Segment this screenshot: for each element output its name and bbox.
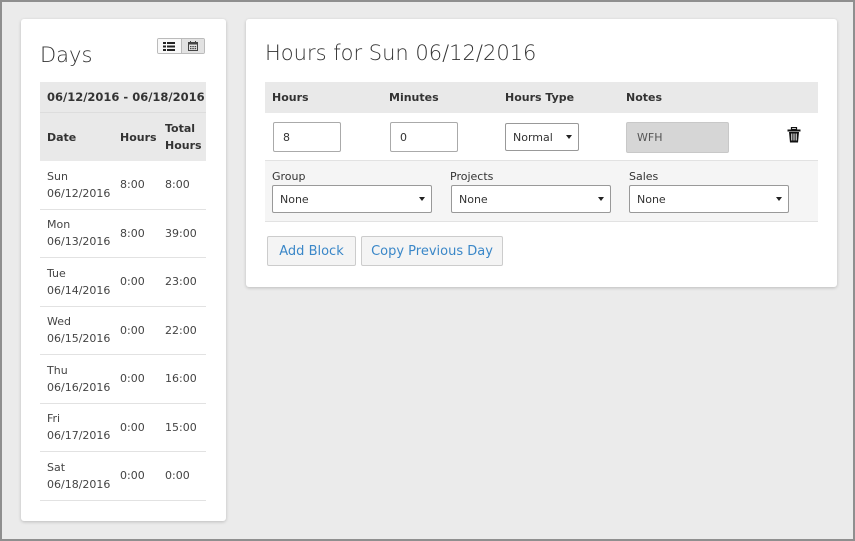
view-toggle — [157, 38, 205, 54]
days-table-header: Date Hours Total Hours — [40, 112, 206, 161]
calendar-icon — [187, 41, 198, 51]
hours-title: Hours for Sun 06/12/2016 — [265, 41, 537, 65]
day-row-tue[interactable]: Tue 06/14/2016 0:00 23:00 — [40, 258, 206, 307]
hours-panel: Hours for Sun 06/12/2016 Hours Minutes H… — [246, 19, 837, 287]
day-date: 06/16/2016 — [47, 380, 111, 394]
day-total: 23:00 — [165, 275, 197, 289]
sales-label: Sales — [629, 170, 659, 183]
day-total: 15:00 — [165, 420, 197, 434]
date-range: 06/12/2016 - 06/18/2016 — [40, 82, 206, 112]
sales-select[interactable]: None — [629, 185, 789, 213]
list-view-button[interactable] — [158, 39, 181, 53]
notes-field[interactable]: WFH — [626, 122, 729, 153]
list-icon — [163, 41, 176, 51]
day-name: Tue — [47, 266, 66, 280]
trash-icon[interactable] — [787, 127, 801, 143]
day-name: Mon — [47, 218, 71, 232]
projects-value: None — [459, 192, 488, 206]
day-cell: Mon 06/13/2016 — [40, 216, 113, 250]
calendar-view-button[interactable] — [180, 39, 204, 53]
day-name: Sat — [47, 460, 66, 474]
projects-select[interactable]: None — [451, 185, 611, 213]
day-row-thu[interactable]: Thu 06/16/2016 0:00 16:00 — [40, 355, 206, 404]
date-column-header: Date — [47, 130, 77, 144]
days-title: Days — [40, 43, 93, 67]
hours-type-column-header: Hours Type — [505, 91, 575, 104]
day-date: 06/18/2016 — [47, 477, 111, 491]
day-total: 8:00 — [165, 178, 190, 192]
days-panel: Days 06/12/2016 - 06/18/2016 Date Hours — [21, 19, 226, 521]
day-hours: 8:00 — [120, 178, 145, 192]
minutes-column-header: Minutes — [389, 91, 439, 104]
day-cell: Fri 06/17/2016 — [40, 410, 113, 444]
hours-type-select[interactable]: Normal — [505, 123, 579, 151]
hours-table-header: Hours Minutes Hours Type Notes — [265, 82, 818, 113]
day-hours: 0:00 — [120, 275, 145, 289]
day-cell: Sat 06/18/2016 — [40, 459, 113, 493]
day-row-mon[interactable]: Mon 06/13/2016 8:00 39:00 — [40, 210, 206, 258]
total-hours-column-header: Total Hours — [159, 120, 206, 154]
day-name: Wed — [47, 315, 71, 329]
day-hours: 0:00 — [120, 469, 145, 483]
add-block-button[interactable]: Add Block — [267, 236, 356, 266]
minutes-input[interactable]: 0 — [390, 122, 458, 152]
day-name: Sun — [47, 169, 68, 183]
day-hours: 8:00 — [120, 226, 145, 240]
day-date: 06/12/2016 — [47, 186, 111, 200]
day-total: 22:00 — [165, 323, 197, 337]
day-date: 06/17/2016 — [47, 429, 111, 443]
day-total: 16:00 — [165, 372, 197, 386]
caret-down-icon — [566, 135, 572, 139]
day-cell: Thu 06/16/2016 — [40, 362, 113, 396]
caret-down-icon — [598, 197, 604, 201]
group-value: None — [280, 192, 309, 206]
day-hours: 0:00 — [120, 372, 145, 386]
day-total: 39:00 — [165, 226, 197, 240]
notes-column-header: Notes — [626, 91, 663, 104]
day-cell: Wed 06/15/2016 — [40, 313, 113, 347]
hours-entry-row: 8 0 Normal WFH — [265, 113, 818, 161]
caret-down-icon — [776, 197, 782, 201]
day-hours: 0:00 — [120, 323, 145, 337]
hours-column-header: Hours — [272, 91, 309, 104]
copy-previous-day-button[interactable]: Copy Previous Day — [361, 236, 503, 266]
day-row-sat[interactable]: Sat 06/18/2016 0:00 0:00 — [40, 452, 206, 501]
day-cell: Tue 06/14/2016 — [40, 265, 113, 299]
total-header-line2: Hours — [165, 139, 202, 152]
day-hours: 0:00 — [120, 420, 145, 434]
day-name: Thu — [47, 363, 68, 377]
sales-value: None — [637, 192, 666, 206]
hours-input[interactable]: 8 — [273, 122, 341, 152]
category-row: Group None Projects None Sales None — [265, 161, 818, 222]
day-row-wed[interactable]: Wed 06/15/2016 0:00 22:00 — [40, 307, 206, 355]
hours-type-value: Normal — [513, 130, 553, 144]
day-date: 06/13/2016 — [47, 235, 111, 249]
day-name: Fri — [47, 412, 61, 426]
day-cell: Sun 06/12/2016 — [40, 168, 113, 202]
total-header-line1: Total — [165, 122, 196, 135]
day-row-fri[interactable]: Fri 06/17/2016 0:00 15:00 — [40, 404, 206, 452]
days-table: 06/12/2016 - 06/18/2016 Date Hours Total… — [40, 82, 206, 501]
caret-down-icon — [419, 197, 425, 201]
hours-column-header: Hours — [120, 130, 157, 144]
group-select[interactable]: None — [272, 185, 432, 213]
day-total: 0:00 — [165, 469, 190, 483]
group-label: Group — [272, 170, 306, 183]
day-row-sun[interactable]: Sun 06/12/2016 8:00 8:00 — [40, 161, 206, 210]
day-date: 06/15/2016 — [47, 332, 111, 346]
day-date: 06/14/2016 — [47, 283, 111, 297]
projects-label: Projects — [450, 170, 494, 183]
